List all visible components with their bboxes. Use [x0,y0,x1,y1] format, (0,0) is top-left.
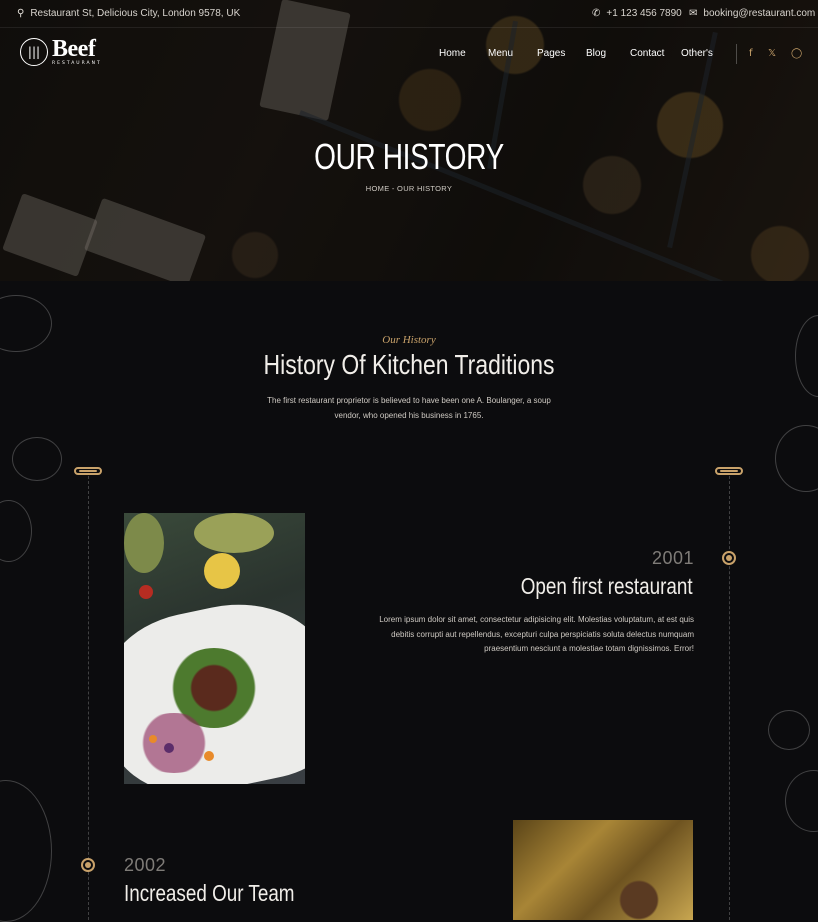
section-description: The first restaurant proprietor is belie… [267,396,551,420]
email-text: booking@restaurant.com [703,8,816,19]
food-photo-dessert [513,820,693,920]
x-icon[interactable]: 𝕏 [768,48,776,59]
timeline-title: Increased Our Team [124,880,295,906]
sketch-decoration [0,500,32,562]
sketch-decoration [768,710,810,750]
section-kicker: Our History [382,334,436,346]
sketch-decoration [775,425,818,492]
timeline-line-right [729,476,730,920]
section-title: History Of Kitchen Traditions [263,349,555,380]
timeline-line-left [88,476,89,920]
sketch-decoration [0,780,52,922]
artichoke [194,513,274,553]
top-bar: ⚲ Restaurant St, Delicious City, London … [0,0,818,28]
phone-text: +1 123 456 7890 [606,8,682,19]
breadcrumb: HOME - OUR HISTORY [365,184,453,193]
nav-item-blog[interactable]: Blog [586,48,606,59]
instagram-icon[interactable]: ◯ [791,48,802,59]
sketch-decoration [12,437,62,481]
food-photo-steak [124,513,305,784]
carrot-ball [149,735,157,743]
hero-banner: ⚲ Restaurant St, Delicious City, London … [0,0,818,281]
berry [164,743,174,753]
nav-item-menu[interactable]: Menu [488,48,513,59]
page-title: OUR HISTORY [314,136,504,177]
tomato [139,585,153,599]
timeline-year: 2002 [124,855,167,875]
nav-item-others[interactable]: Other's [681,48,713,59]
berry-sauce [129,713,219,773]
address: ⚲ Restaurant St, Delicious City, London … [17,0,240,27]
artichoke [124,513,164,573]
lemon [204,553,240,589]
logo-name: Beef [52,36,96,62]
sketch-decoration [795,315,818,397]
phone-link[interactable]: ✆ +1 123 456 7890 [592,0,682,27]
map-pin-icon: ⚲ [17,8,25,19]
sketch-decoration [785,770,818,832]
facebook-icon[interactable]: f [749,48,753,59]
logo-subtitle: RESTAURANT [52,61,102,66]
timeline-start-marker [715,467,743,475]
nav-divider [736,44,737,64]
nav-item-pages[interactable]: Pages [537,48,565,59]
email-link[interactable]: ✉ booking@restaurant.com [689,0,815,27]
nav-item-contact[interactable]: Contact [630,48,664,59]
carrot-ball [204,751,214,761]
address-text: Restaurant St, Delicious City, London 95… [30,8,241,19]
logo[interactable]: ||| Beef RESTAURANT [20,37,102,67]
timeline-title: Open first restaurant [521,573,693,599]
timeline-dot-2001 [722,551,736,565]
timeline-text: Lorem ipsum dolor sit amet, consectetur … [379,615,694,653]
envelope-icon: ✉ [689,8,698,19]
timeline-year: 2001 [652,548,695,568]
timeline-dot-2002 [81,858,95,872]
cutlery-icon: ||| [20,37,48,66]
nav-item-home[interactable]: Home [439,48,466,59]
phone-icon: ✆ [592,8,601,19]
timeline-start-marker [74,467,102,475]
